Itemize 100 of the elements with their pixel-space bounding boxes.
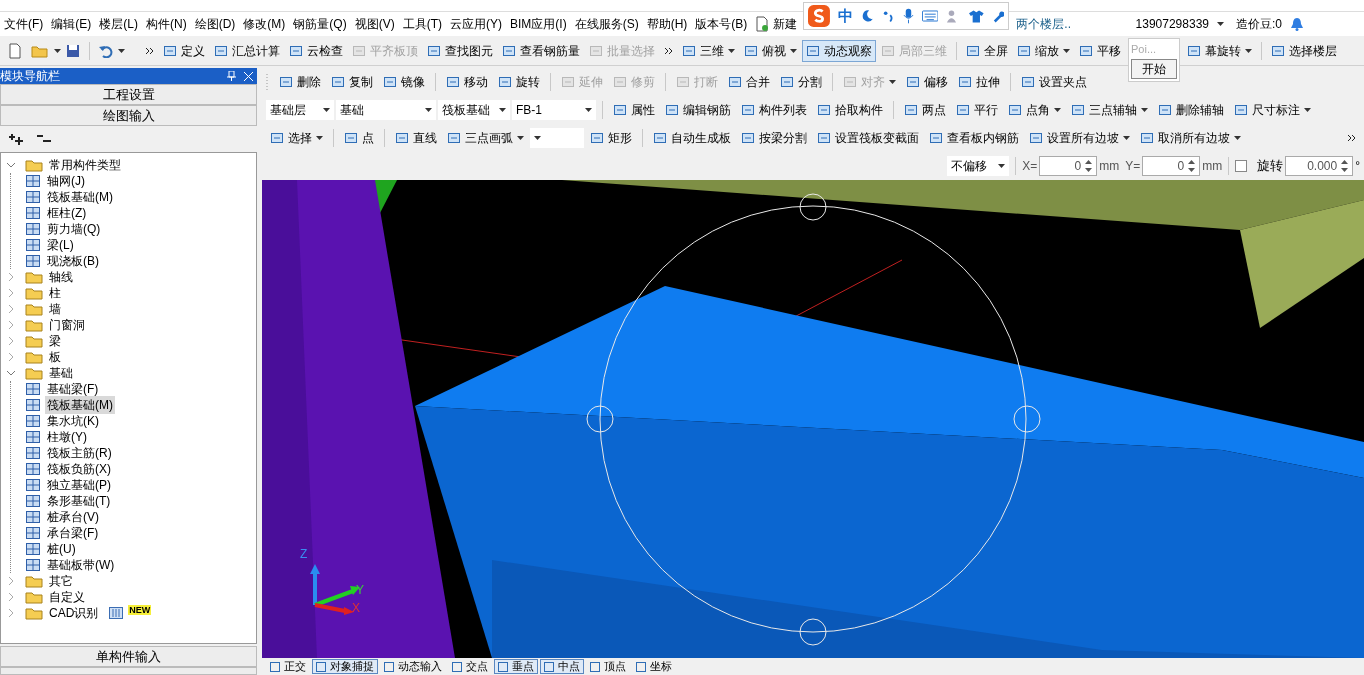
menu-item[interactable]: 帮助(H): [642, 15, 692, 33]
rotate-checkbox[interactable]: [1235, 160, 1248, 172]
tree-item[interactable]: 基础: [47, 364, 75, 382]
tree-item[interactable]: 独立基础(P): [45, 476, 113, 494]
snap-toggle[interactable]: 坐标: [632, 659, 676, 674]
menu-item[interactable]: 工具(T): [398, 15, 446, 33]
toolbar-button[interactable]: 偏移: [902, 71, 952, 93]
dropdown[interactable]: 不偏移: [947, 156, 1010, 176]
tree-item[interactable]: 柱: [47, 284, 63, 302]
menu-item[interactable]: 构件(N): [142, 15, 191, 33]
section-button[interactable]: 单构件输入: [0, 646, 257, 667]
orbit-circle[interactable]: [586, 193, 1041, 646]
tree-item[interactable]: 轴网(J): [45, 172, 87, 190]
menu-item[interactable]: 云应用(Y): [446, 15, 506, 33]
tree-item[interactable]: 柱墩(Y): [45, 428, 89, 446]
toolbar-button[interactable]: 定义: [159, 39, 209, 62]
tree-item[interactable]: 条形基础(T): [45, 492, 113, 510]
toolbar-button[interactable]: 构件列表: [737, 99, 811, 121]
dropdown[interactable]: 基础层: [266, 100, 334, 120]
toolbar-button[interactable]: 选择: [266, 127, 327, 149]
section-button[interactable]: 绘图输入: [0, 105, 257, 126]
toolbar-button[interactable]: 选择楼层: [1267, 39, 1341, 62]
toolbar-button[interactable]: 幕旋转: [1183, 39, 1256, 62]
toolbar-button[interactable]: 设置夹点: [1017, 71, 1091, 93]
tree-item[interactable]: 板: [47, 348, 63, 366]
toolbar-button[interactable]: 俯视: [740, 39, 801, 62]
number-field[interactable]: 0: [1039, 156, 1098, 176]
toolbar-button[interactable]: 尺寸标注: [1230, 99, 1315, 121]
snap-toggle[interactable]: 对象捕捉: [312, 659, 378, 674]
snap-toggle[interactable]: 动态输入: [380, 659, 446, 674]
toolbar-button[interactable]: 删除: [275, 71, 325, 93]
tree-item[interactable]: 筏板基础(M): [45, 396, 115, 414]
toolbar-button[interactable]: 合并: [724, 71, 774, 93]
tree-item[interactable]: 承台梁(F): [45, 524, 101, 542]
toolbar-button[interactable]: 点角: [1004, 99, 1065, 121]
toolbar-button[interactable]: 取消所有边坡: [1136, 127, 1245, 149]
toolbar-button[interactable]: 平移: [1075, 39, 1125, 62]
toolbar-button[interactable]: 平行: [952, 99, 1002, 121]
menu-item[interactable]: 绘图(D): [190, 15, 240, 33]
snap-toggle[interactable]: 垂点: [494, 659, 538, 674]
tree-item[interactable]: 常用构件类型: [47, 156, 123, 174]
account-dropdown[interactable]: 13907298339: [1131, 15, 1228, 33]
dropdown[interactable]: 筏板基础: [438, 100, 510, 120]
tree-item[interactable]: 轴线: [47, 268, 75, 286]
toolbar-button[interactable]: 删除辅轴: [1154, 99, 1228, 121]
tree-item[interactable]: 基础梁(F): [45, 380, 101, 398]
snap-toggle[interactable]: 正交: [266, 659, 310, 674]
toolbar-button[interactable]: 三点画弧: [443, 127, 528, 149]
tree-item[interactable]: 梁(L): [45, 236, 76, 254]
tree-item[interactable]: 桩(U): [45, 540, 78, 558]
toolbar-button[interactable]: 矩形: [586, 127, 636, 149]
toolbar-button[interactable]: 镜像: [379, 71, 429, 93]
toolbar-button[interactable]: 设置所有边坡: [1025, 127, 1134, 149]
tree-item[interactable]: 筏板主筋(R): [45, 444, 114, 462]
menu-item[interactable]: 新建: [751, 15, 802, 33]
number-field[interactable]: 0.000: [1285, 156, 1354, 176]
dropdown[interactable]: 基础: [336, 100, 436, 120]
menu-item[interactable]: 钢筋量(Q): [289, 15, 351, 33]
menu-item[interactable]: 版本号(B): [691, 15, 752, 33]
toolbar-button[interactable]: 点: [340, 127, 378, 149]
toolbar-button[interactable]: 属性: [609, 99, 659, 121]
menu-item[interactable]: 修改(M): [239, 15, 290, 33]
toolbar-button[interactable]: 三维: [678, 39, 739, 62]
tree-item[interactable]: 剪力墙(Q): [45, 220, 103, 238]
toolbar-button[interactable]: 云检查: [285, 39, 347, 62]
toolbar-button[interactable]: 设置筏板变截面: [813, 127, 923, 149]
tree-item[interactable]: 自定义: [47, 588, 87, 606]
number-field[interactable]: 0: [1142, 156, 1201, 176]
toolbar-button[interactable]: 查找图元: [423, 39, 497, 62]
tree-item[interactable]: 现浇板(B): [45, 252, 101, 270]
snap-toggle[interactable]: 顶点: [586, 659, 630, 674]
menu-item[interactable]: BIM应用(I): [506, 15, 571, 33]
tree-item[interactable]: 基础板带(W): [45, 556, 117, 574]
tree-item[interactable]: 墙: [47, 300, 63, 318]
toolbar-button[interactable]: 分割: [776, 71, 826, 93]
toolbar-button[interactable]: 旋转: [494, 71, 544, 93]
menu-item[interactable]: 编辑(E): [47, 15, 96, 33]
menu-item[interactable]: 楼层(L): [95, 15, 142, 33]
snap-toggle[interactable]: 交点: [448, 659, 492, 674]
tree-item[interactable]: 筏板基础(M): [45, 188, 115, 206]
toolbar-button[interactable]: 查看板内钢筋: [925, 127, 1023, 149]
toolbar-button[interactable]: 两点: [900, 99, 950, 121]
toolbar-button[interactable]: 拉伸: [954, 71, 1004, 93]
menu-item[interactable]: 文件(F): [0, 15, 48, 33]
dropdown[interactable]: FB-1: [512, 100, 596, 120]
toolbar-button[interactable]: 直线: [391, 127, 441, 149]
section-button[interactable]: 工程设置: [0, 84, 257, 105]
toolbar-button[interactable]: 动态观察: [802, 39, 876, 62]
tree-item[interactable]: 集水坑(K): [45, 412, 101, 430]
tree-item[interactable]: 其它: [47, 572, 75, 590]
start-button[interactable]: 开始: [1131, 59, 1177, 79]
toolbar-button[interactable]: 缩放: [1013, 39, 1074, 62]
toolbar-button[interactable]: 复制: [327, 71, 377, 93]
toolbar-button[interactable]: 三点辅轴: [1067, 99, 1152, 121]
toolbar-button[interactable]: 汇总计算: [210, 39, 284, 62]
menu-item[interactable]: 在线服务(S): [570, 15, 643, 33]
toolbar-button[interactable]: 拾取构件: [813, 99, 887, 121]
tree-item[interactable]: 框柱(Z): [45, 204, 89, 222]
tree-item[interactable]: CAD识别: [47, 604, 101, 622]
snap-toggle[interactable]: 中点: [540, 659, 584, 674]
